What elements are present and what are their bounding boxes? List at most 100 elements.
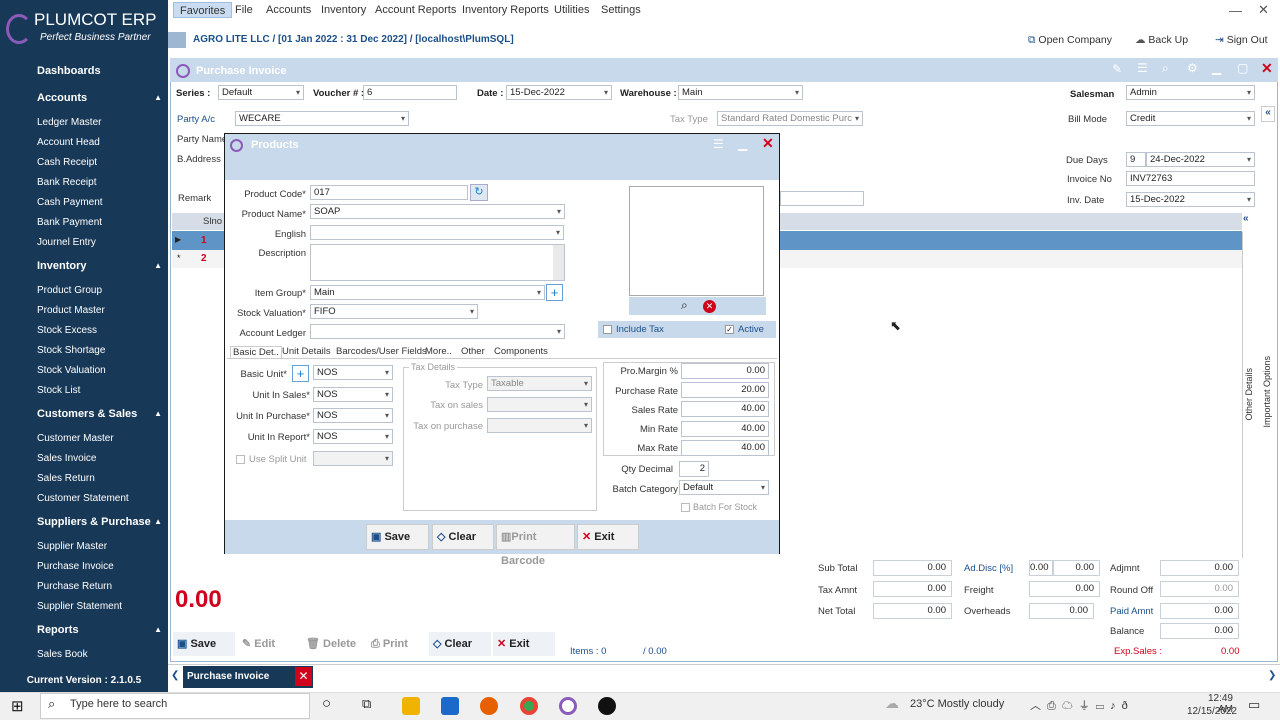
paid-amnt-input[interactable]: 0.00 [1160, 603, 1239, 619]
menu-file[interactable]: File [229, 2, 259, 18]
windows-start-icon[interactable]: ⊞ [11, 697, 24, 715]
batch-category-select[interactable]: Default [679, 480, 769, 495]
close-icon[interactable]: ✕ [1258, 2, 1269, 18]
tax-type-select[interactable]: Standard Rated Domestic Purc [717, 111, 863, 126]
stock-valuation-select[interactable]: FIFO [310, 304, 478, 319]
include-tax-checkbox[interactable] [603, 325, 612, 334]
menu-favorites[interactable]: Favorites [173, 2, 233, 18]
tab-purchase-invoice[interactable]: Purchase Invoice [183, 666, 313, 688]
edit-button[interactable]: ✎ Edit [238, 632, 298, 656]
date-picker[interactable]: 15-Dec-2022 [506, 85, 612, 100]
search-icon[interactable]: ⌕ [681, 298, 688, 313]
basic-unit-select[interactable]: NOS [313, 365, 393, 380]
menu-inventory-reports[interactable]: Inventory Reports [456, 2, 555, 18]
sidebar-section-suppliers-purchase[interactable]: Suppliers & Purchase ▲ [0, 512, 168, 532]
sidebar-item-cash-payment[interactable]: Cash Payment [37, 195, 103, 211]
notifications-icon[interactable]: ▭ [1248, 697, 1260, 713]
close-icon[interactable]: ✕ [762, 135, 774, 152]
product-name-input[interactable]: SOAP [310, 204, 565, 219]
product-clear-button[interactable]: ◇ Clear [432, 524, 494, 550]
sidebar-item-sales-invoice[interactable]: Sales Invoice [37, 451, 96, 467]
maximize-icon[interactable]: ▢ [1237, 61, 1248, 75]
weather-text[interactable]: 23°C Mostly cloudy [910, 698, 1004, 710]
ad-disc-input[interactable]: 0.00 [1053, 560, 1100, 576]
scrollbar[interactable] [553, 245, 564, 280]
overheads-input[interactable]: 0.00 [1029, 603, 1094, 619]
side-panel-toggle-icon[interactable]: « [1261, 106, 1275, 122]
collapse-icon[interactable]: « [1243, 213, 1249, 224]
ad-disc-pct-input[interactable]: 0.00 [1029, 560, 1053, 576]
item-group-select[interactable]: Main [310, 285, 545, 300]
tax-purchase-select[interactable] [487, 418, 592, 433]
warehouse-select[interactable]: Main [678, 85, 803, 100]
clock-date[interactable]: 12/15/2022 [1185, 706, 1237, 717]
sidebar-item-ledger-master[interactable]: Ledger Master [37, 115, 101, 131]
cortana-icon[interactable]: ○ [322, 695, 331, 712]
sidebar-item-journel-entry[interactable]: Journel Entry [37, 235, 96, 251]
party-select[interactable]: WECARE [235, 111, 409, 126]
sidebar-item-bank-receipt[interactable]: Bank Receipt [37, 175, 96, 191]
inv-date-picker[interactable]: 15-Dec-2022 [1126, 192, 1255, 207]
account-ledger-select[interactable] [310, 324, 565, 339]
description-textarea[interactable] [310, 244, 565, 281]
sales-rate-input[interactable]: 40.00 [681, 401, 769, 417]
gear-icon[interactable]: ⚙ [1187, 61, 1198, 75]
sidebar-item-sales-return[interactable]: Sales Return [37, 471, 95, 487]
split-unit-select[interactable] [313, 451, 393, 466]
sidebar-section-reports[interactable]: Reports ▲ [0, 620, 168, 640]
menu-accounts[interactable]: Accounts [260, 2, 317, 18]
pin-icon[interactable]: ✎ [1112, 62, 1122, 76]
backup-button[interactable]: ☁ Back Up [1135, 34, 1188, 46]
print-button[interactable]: ⎙ Print [367, 632, 427, 656]
sidebar-item-supplier-statement[interactable]: Supplier Statement [37, 599, 122, 615]
sidebar-item-stock-list[interactable]: Stock List [37, 383, 80, 399]
sidebar-item-purchase-return[interactable]: Purchase Return [37, 579, 112, 595]
qty-decimal-input[interactable]: 2 [679, 461, 709, 477]
minimize-icon[interactable]: — [1229, 3, 1242, 18]
sidebar-section-accounts[interactable]: Accounts ▲ [0, 88, 168, 108]
menu-icon[interactable]: ☰ [1137, 61, 1148, 75]
sidebar-item-sales-book[interactable]: Sales Book [37, 647, 88, 663]
sidebar-item-product-group[interactable]: Product Group [37, 283, 102, 299]
app-icon[interactable] [598, 697, 616, 715]
tab-other[interactable]: Other [461, 346, 485, 357]
sign-out-button[interactable]: ⇥ Sign Out [1215, 34, 1268, 46]
menu-icon[interactable]: ☰ [713, 137, 724, 151]
bill-mode-select[interactable]: Credit [1126, 111, 1255, 126]
sidebar-item-stock-shortage[interactable]: Stock Shortage [37, 343, 105, 359]
due-date-picker[interactable]: 24-Dec-2022 [1146, 152, 1255, 167]
series-select[interactable]: Default [218, 85, 304, 100]
margin-input[interactable]: 0.00 [681, 363, 769, 379]
tab-barcodes[interactable]: Barcodes/User Fields [336, 346, 427, 357]
product-save-button[interactable]: ▣ Save [366, 524, 429, 550]
menu-account-reports[interactable]: Account Reports [369, 2, 462, 18]
tab-important-options[interactable]: Important Options [1262, 356, 1272, 428]
task-view-icon[interactable]: ⧉ [362, 696, 371, 712]
sidebar-dashboards[interactable]: Dashboards [0, 61, 168, 81]
sidebar-item-customer-statement[interactable]: Customer Statement [37, 491, 129, 507]
sidebar-section-inventory[interactable]: Inventory ▲ [0, 256, 168, 276]
tab-components[interactable]: Components [494, 346, 548, 357]
active-checkbox[interactable]: ✓ [725, 325, 734, 334]
product-code-input[interactable]: 017 [310, 185, 468, 200]
tab-scroll-left-icon[interactable]: ❮ [171, 670, 179, 681]
freight-input[interactable]: 0.00 [1029, 581, 1100, 597]
tax-type-select[interactable]: Taxable [487, 376, 592, 391]
sidebar-item-cash-receipt[interactable]: Cash Receipt [37, 155, 97, 171]
clear-button[interactable]: ◇ Clear [429, 632, 491, 656]
sidebar-item-account-head[interactable]: Account Head [37, 135, 100, 151]
min-rate-input[interactable]: 40.00 [681, 421, 769, 437]
exit-button[interactable]: ✕ Exit [493, 632, 555, 656]
open-company-button[interactable]: ⧉ Open Company [1028, 34, 1112, 47]
tab-scroll-right-icon[interactable]: ❯ [1268, 670, 1276, 681]
store-icon[interactable] [441, 697, 459, 715]
sidebar-section-customers-sales[interactable]: Customers & Sales ▲ [0, 404, 168, 424]
close-tab-icon[interactable]: ✕ [295, 667, 312, 686]
sidebar-item-supplier-master[interactable]: Supplier Master [37, 539, 107, 555]
refresh-icon[interactable]: ↻ [470, 184, 488, 201]
add-group-icon[interactable]: + [546, 284, 563, 301]
sidebar-item-stock-excess[interactable]: Stock Excess [37, 323, 97, 339]
firefox-icon[interactable] [480, 697, 498, 715]
product-exit-button[interactable]: ✕ Exit [577, 524, 639, 550]
batch-stock-checkbox[interactable] [681, 503, 690, 512]
